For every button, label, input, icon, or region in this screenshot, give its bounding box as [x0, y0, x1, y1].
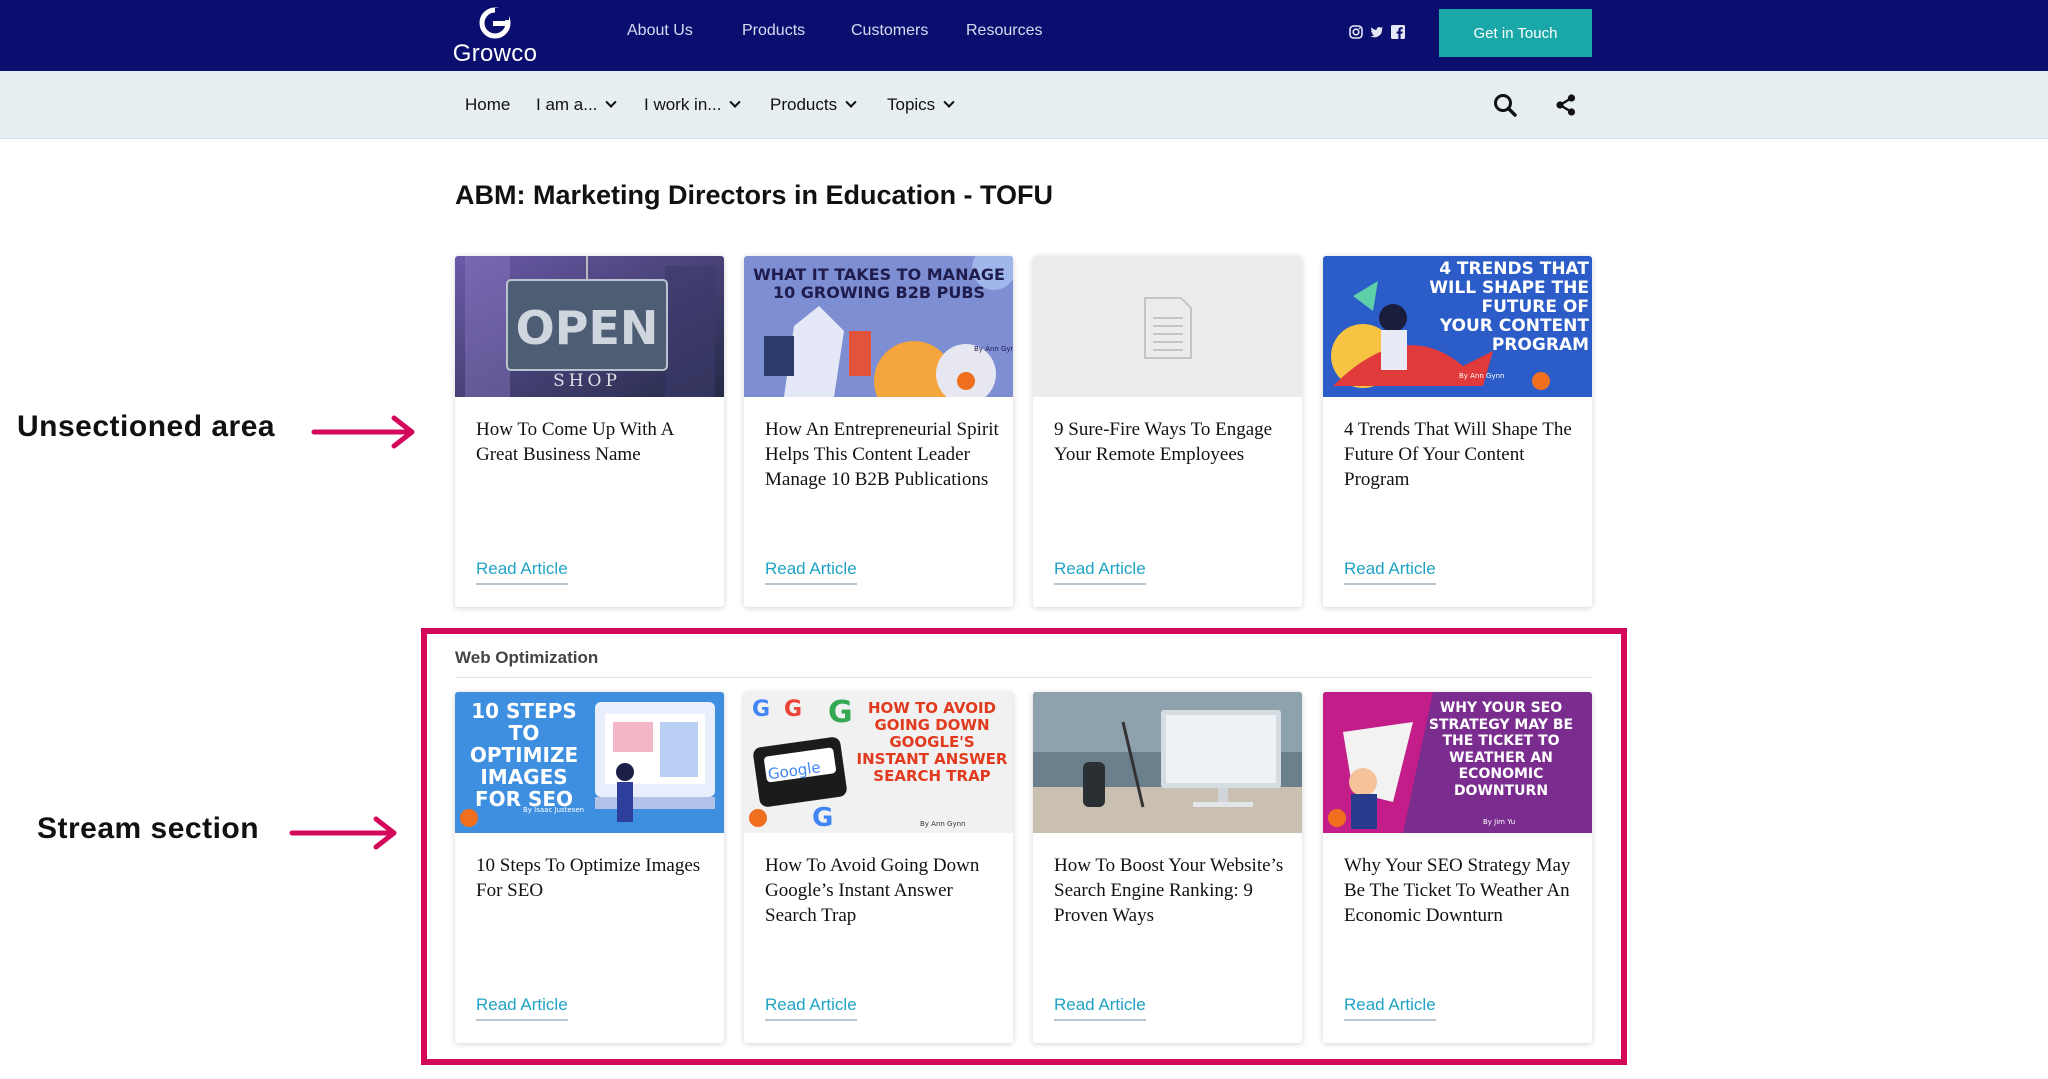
- thumb-shop-text: SHOP: [553, 371, 621, 391]
- share-icon[interactable]: [1552, 91, 1580, 119]
- article-title: Why Your SEO Strategy May Be The Ticket …: [1344, 855, 1571, 926]
- chevron-down-icon: [943, 96, 955, 108]
- subnav-products[interactable]: Products: [770, 95, 857, 115]
- chevron-down-icon: [605, 96, 618, 108]
- article-card[interactable]: 4 TRENDS THAT WILL SHAPE THE FUTURE OF Y…: [1323, 256, 1592, 607]
- search-icon[interactable]: [1491, 91, 1519, 119]
- nav-customers[interactable]: Customers: [851, 22, 928, 40]
- article-thumbnail: [1033, 692, 1302, 833]
- annotation-unsectioned-label: Unsectioned area: [17, 410, 276, 443]
- read-article-link[interactable]: Read Article: [476, 995, 568, 1021]
- subnav-i-work-in-label: I work in...: [644, 95, 722, 114]
- secondary-nav: Home I am a... I work in... Products Top…: [0, 71, 2048, 139]
- thumb-byline: By Ann Gynn: [1459, 372, 1505, 380]
- section-title: Web Optimization: [455, 648, 599, 667]
- read-article-link[interactable]: Read Article: [1344, 559, 1436, 585]
- instagram-icon[interactable]: [1349, 25, 1363, 39]
- article-title: 9 Sure-Fire Ways To Engage Your Remote E…: [1054, 419, 1273, 465]
- top-header: Growco About Us Products Customers Resou…: [0, 0, 2048, 71]
- read-article-link[interactable]: Read Article: [765, 995, 857, 1021]
- read-article-link[interactable]: Read Article: [1344, 995, 1436, 1021]
- annotation-stream-label: Stream section: [37, 812, 260, 845]
- svg-text:G: G: [752, 697, 770, 722]
- article-thumbnail: OPEN SHOP: [455, 256, 724, 397]
- article-card[interactable]: How To Boost Your Website’s Search Engin…: [1033, 692, 1302, 1043]
- nav-about-us[interactable]: About Us: [627, 22, 693, 40]
- thumb-headline: WHY YOUR SEO STRATEGY MAY BE THE TICKET …: [1428, 700, 1574, 799]
- svg-text:G: G: [812, 803, 833, 833]
- article-title: How To Avoid Going Down Google’s Instant…: [765, 855, 980, 926]
- subnav-products-label: Products: [770, 95, 838, 114]
- chevron-down-icon: [845, 96, 857, 108]
- article-thumbnail: 4 TRENDS THAT WILL SHAPE THE FUTURE OF Y…: [1323, 256, 1592, 397]
- twitter-icon[interactable]: [1370, 25, 1384, 39]
- thumb-headline: HOW TO AVOID GOING DOWN GOOGLE'S INSTANT…: [856, 700, 1008, 785]
- growco-logo-icon: [479, 7, 511, 39]
- read-article-link[interactable]: Read Article: [1054, 995, 1146, 1021]
- thumb-byline: By Jim Yu: [1483, 818, 1515, 826]
- thumb-open-text: OPEN: [516, 301, 659, 355]
- subnav-i-am-a[interactable]: I am a...: [536, 95, 618, 115]
- article-card[interactable]: WHY YOUR SEO STRATEGY MAY BE THE TICKET …: [1323, 692, 1592, 1043]
- nav-resources[interactable]: Resources: [966, 22, 1042, 40]
- section-divider: [455, 677, 1592, 678]
- get-in-touch-button[interactable]: Get in Touch: [1439, 9, 1592, 57]
- article-card[interactable]: OPEN SHOP How To Come Up With A Great Bu…: [455, 256, 724, 607]
- article-title: How To Boost Your Website’s Search Engin…: [1054, 855, 1284, 926]
- thumb-headline: 10 STEPS TO OPTIMIZE IMAGES FOR SEO: [469, 700, 579, 810]
- svg-text:G: G: [784, 697, 802, 722]
- subnav-topics[interactable]: Topics: [887, 95, 955, 115]
- chevron-down-icon: [729, 96, 742, 108]
- thumb-headline: 4 TRENDS THAT WILL SHAPE THE FUTURE OF Y…: [1429, 260, 1589, 355]
- thumb-byline: By Ann Gynn: [920, 820, 966, 828]
- read-article-link[interactable]: Read Article: [1054, 559, 1146, 585]
- social-links: [1349, 25, 1405, 39]
- article-thumbnail: 10 STEPS TO OPTIMIZE IMAGES FOR SEO By I…: [455, 692, 724, 833]
- subnav-home-label: Home: [465, 95, 511, 114]
- nav-products[interactable]: Products: [742, 22, 805, 40]
- document-placeholder-icon: [1144, 297, 1192, 359]
- article-card[interactable]: 10 STEPS TO OPTIMIZE IMAGES FOR SEO By I…: [455, 692, 724, 1043]
- facebook-icon[interactable]: [1391, 25, 1405, 39]
- article-card[interactable]: G G G G Google HOW TO AVOID GOING DOWN G…: [744, 692, 1013, 1043]
- article-title: 10 Steps To Optimize Images For SEO: [476, 855, 701, 901]
- logo-text: Growco: [452, 40, 538, 67]
- read-article-link[interactable]: Read Article: [765, 559, 857, 585]
- page-title: ABM: Marketing Directors in Education - …: [455, 180, 1054, 210]
- article-card[interactable]: 9 Sure-Fire Ways To Engage Your Remote E…: [1033, 256, 1302, 607]
- article-title: How To Come Up With A Great Business Nam…: [476, 419, 674, 465]
- subnav-topics-label: Topics: [887, 95, 936, 114]
- annotation-arrow-icon: [289, 816, 397, 850]
- subnav-home[interactable]: Home: [465, 95, 510, 115]
- article-thumbnail: G G G G Google HOW TO AVOID GOING DOWN G…: [744, 692, 1013, 833]
- subnav-i-am-a-label: I am a...: [536, 95, 598, 114]
- article-thumbnail: WHY YOUR SEO STRATEGY MAY BE THE TICKET …: [1323, 692, 1592, 833]
- article-card[interactable]: WHAT IT TAKES TO MANAGE 10 GROWING B2B P…: [744, 256, 1013, 607]
- thumb-headline: WHAT IT TAKES TO MANAGE 10 GROWING B2B P…: [753, 266, 1005, 302]
- read-article-link[interactable]: Read Article: [476, 559, 568, 585]
- subnav-i-work-in[interactable]: I work in...: [644, 95, 742, 115]
- article-title: How An Entrepreneurial Spirit Helps This…: [765, 419, 999, 490]
- annotation-arrow-icon: [311, 415, 415, 449]
- article-title: 4 Trends That Will Shape The Future Of Y…: [1344, 419, 1572, 490]
- growco-logo[interactable]: Growco: [452, 4, 538, 67]
- page: Growco About Us Products Customers Resou…: [0, 0, 2048, 1079]
- thumb-byline: By Ann Gynn: [974, 345, 1013, 353]
- svg-text:G: G: [828, 695, 853, 730]
- thumb-byline: By Isaac Justesen: [523, 806, 584, 814]
- article-thumbnail: [1033, 256, 1302, 397]
- article-thumbnail: WHAT IT TAKES TO MANAGE 10 GROWING B2B P…: [744, 256, 1013, 397]
